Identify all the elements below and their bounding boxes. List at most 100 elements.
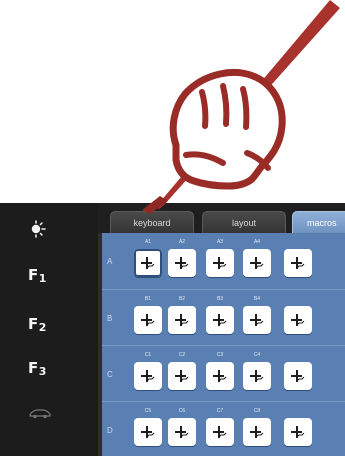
macro-key-icon <box>141 314 155 326</box>
macro-row-a: A A1 A2 A3 A4 <box>102 233 345 288</box>
car-button[interactable] <box>28 399 68 427</box>
row-letter: C <box>107 370 113 379</box>
macro-cell: C3 <box>202 346 238 401</box>
sidebar: F1 F2 F3 <box>0 203 95 456</box>
macro-panel: keyboard layout macros A A1 A2 A3 A4 B B… <box>98 203 345 456</box>
car-icon <box>29 409 51 419</box>
macro-cell: A2 <box>164 233 200 288</box>
macro-key-icon <box>175 370 189 382</box>
cell-label: B4 <box>253 296 261 302</box>
f3-button[interactable]: F3 <box>28 354 68 382</box>
macro-key-button[interactable] <box>243 306 271 334</box>
cell-label: C5 <box>144 408 152 414</box>
macro-cell <box>280 233 316 288</box>
cell-label: A2 <box>178 239 186 245</box>
macro-cell: C4 <box>239 346 275 401</box>
stylus-icon <box>158 0 340 210</box>
macro-key-button[interactable] <box>134 418 162 446</box>
macro-key-icon <box>213 257 227 269</box>
macro-cell <box>280 402 316 456</box>
cell-label: A3 <box>216 239 224 245</box>
row-letter: D <box>107 426 113 435</box>
macro-key-button[interactable] <box>284 249 312 277</box>
macro-grid: A A1 A2 A3 A4 B B1 B2 B3 B4 C C1 C2 C3 C… <box>102 233 345 456</box>
macro-key-icon <box>291 426 305 438</box>
brightness-button[interactable] <box>28 215 68 243</box>
macro-key-icon <box>175 314 189 326</box>
macro-key-icon <box>175 426 189 438</box>
f3-label: F3 <box>28 359 46 378</box>
macro-key-button[interactable] <box>243 418 271 446</box>
cell-label: B3 <box>216 296 224 302</box>
row-letter: B <box>107 314 113 323</box>
macro-cell: C1 <box>130 346 166 401</box>
macro-cell: B3 <box>202 290 238 345</box>
macro-key-icon <box>291 257 305 269</box>
macro-key-icon <box>213 426 227 438</box>
f2-button[interactable]: F2 <box>28 310 68 338</box>
f2-label: F2 <box>28 315 46 334</box>
macro-cell: B2 <box>164 290 200 345</box>
macro-key-button[interactable] <box>134 306 162 334</box>
macro-key-button[interactable] <box>168 249 196 277</box>
macro-cell: A3 <box>202 233 238 288</box>
macro-cell <box>280 346 316 401</box>
cell-label: C1 <box>144 352 152 358</box>
macro-key-button[interactable] <box>206 418 234 446</box>
macro-key-icon <box>141 257 155 269</box>
macro-row-b: B B1 B2 B3 B4 <box>102 289 345 344</box>
f1-button[interactable]: F1 <box>28 261 68 289</box>
macro-key-icon <box>213 370 227 382</box>
cell-label: B1 <box>144 296 152 302</box>
macro-cell: C7 <box>202 402 238 456</box>
macro-key-button[interactable] <box>168 306 196 334</box>
macro-cell <box>280 290 316 345</box>
cell-label: C4 <box>253 352 261 358</box>
macro-row-c: C C1 C2 C3 C4 <box>102 345 345 400</box>
cell-label: C8 <box>253 408 261 414</box>
macro-key-button[interactable] <box>206 362 234 390</box>
f1-label: F1 <box>28 266 46 285</box>
macro-key-icon <box>141 426 155 438</box>
macro-key-button[interactable] <box>206 306 234 334</box>
macro-key-button[interactable] <box>168 418 196 446</box>
macro-key-button[interactable] <box>284 306 312 334</box>
macro-key-button[interactable] <box>168 362 196 390</box>
macro-cell: B1 <box>130 290 166 345</box>
macro-cell: C2 <box>164 346 200 401</box>
macro-key-button[interactable] <box>206 249 234 277</box>
macro-cell: A1 <box>130 233 166 288</box>
macro-key-button[interactable] <box>134 362 162 390</box>
macro-key-button[interactable] <box>243 362 271 390</box>
cell-label: A1 <box>144 239 152 245</box>
tab-keyboard[interactable]: keyboard <box>110 211 194 233</box>
tab-bar: keyboard layout macros <box>98 203 345 233</box>
cell-label: A4 <box>253 239 261 245</box>
macro-row-d: D C5 C6 C7 C8 <box>102 401 345 456</box>
cell-label: C7 <box>216 408 224 414</box>
app-screen: F1 F2 F3 keyboard layout macros A A1 A2 … <box>0 203 345 456</box>
macro-cell: A4 <box>239 233 275 288</box>
macro-key-icon <box>291 370 305 382</box>
macro-key-button[interactable] <box>134 249 162 277</box>
row-letter: A <box>107 257 113 266</box>
macro-key-button[interactable] <box>243 249 271 277</box>
macro-key-icon <box>250 370 264 382</box>
macro-cell: C8 <box>239 402 275 456</box>
macro-cell: B4 <box>239 290 275 345</box>
cell-label: C3 <box>216 352 224 358</box>
writing-hand-icon <box>169 68 286 190</box>
macro-key-button[interactable] <box>284 418 312 446</box>
macro-key-icon <box>175 257 189 269</box>
cell-label: C2 <box>178 352 186 358</box>
macro-key-icon <box>291 314 305 326</box>
macro-key-icon <box>250 426 264 438</box>
macro-cell: C5 <box>130 402 166 456</box>
macro-key-icon <box>250 314 264 326</box>
tab-layout[interactable]: layout <box>202 211 286 233</box>
macro-key-button[interactable] <box>284 362 312 390</box>
tab-macros[interactable]: macros <box>292 211 345 233</box>
page: F1 F2 F3 keyboard layout macros A A1 A2 … <box>0 0 345 456</box>
cell-label: B2 <box>178 296 186 302</box>
brightness-icon <box>31 220 46 238</box>
